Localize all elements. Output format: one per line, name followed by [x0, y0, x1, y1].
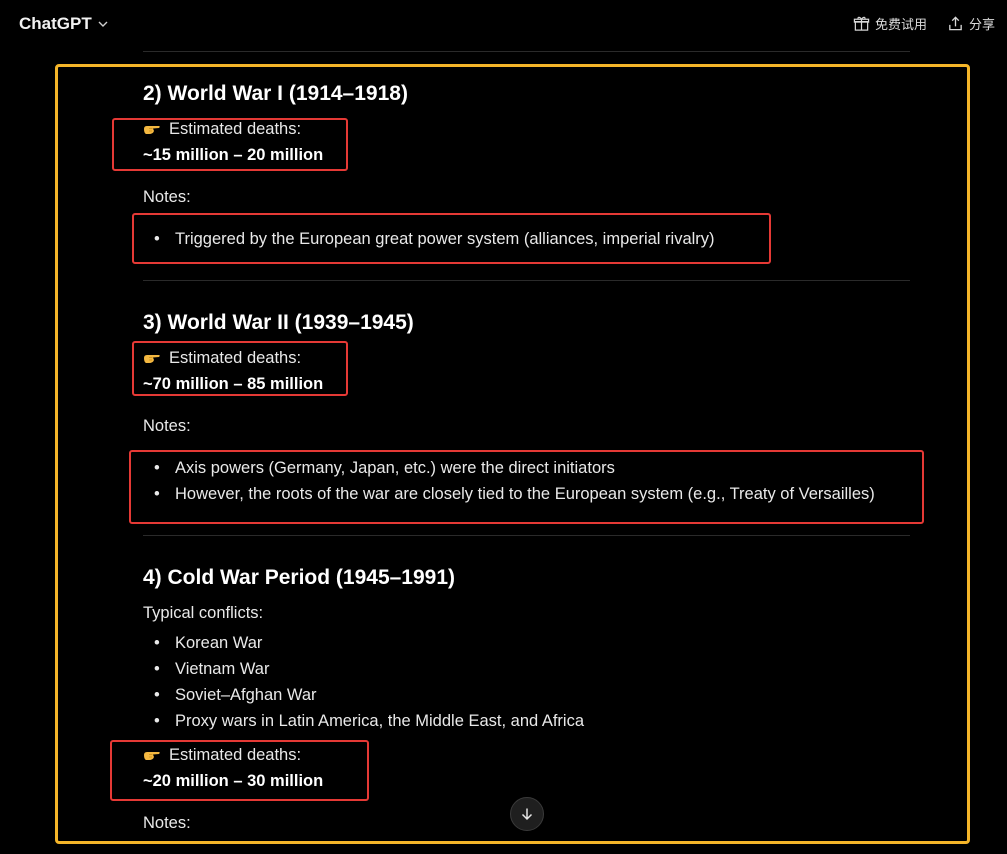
scroll-to-bottom-button[interactable] — [510, 797, 544, 831]
conflicts-label: Typical conflicts: — [143, 604, 264, 622]
deaths-label: Estimated deaths: — [169, 120, 302, 138]
deaths-label-row: Estimated deaths: — [143, 120, 301, 139]
free-trial-label: 免费试用 — [874, 17, 927, 32]
gift-icon — [853, 16, 870, 31]
section-heading: 3) World War II (1939–1945) — [143, 311, 414, 334]
free-trial-button[interactable]: 免费试用 — [853, 14, 927, 33]
deaths-label: Estimated deaths: — [169, 349, 302, 367]
deaths-label-row: Estimated deaths: — [143, 746, 301, 765]
notes-label: Notes: — [143, 814, 191, 832]
conflict-item: Vietnam War — [154, 660, 270, 679]
section-heading: 2) World War I (1914–1918) — [143, 82, 408, 105]
note-item: Axis powers (Germany, Japan, etc.) were … — [154, 459, 615, 478]
note-item: However, the roots of the war are closel… — [154, 485, 875, 504]
app-title: ChatGPT — [19, 14, 92, 33]
pointing-hand-icon — [144, 126, 160, 134]
deaths-value: ~15 million – 20 million — [143, 146, 324, 164]
deaths-value: ~20 million – 30 million — [143, 772, 324, 790]
deaths-value: ~70 million – 85 million — [143, 375, 324, 393]
share-label: 分享 — [968, 17, 995, 32]
header-actions: 免费试用 分享 — [853, 14, 995, 33]
notes-label: Notes: — [143, 417, 191, 435]
divider — [143, 280, 910, 281]
share-button[interactable]: 分享 — [947, 14, 995, 33]
pointing-hand-icon — [144, 355, 160, 363]
note-item: Triggered by the European great power sy… — [154, 230, 715, 249]
chevron-down-icon — [98, 21, 108, 27]
model-switcher[interactable]: ChatGPT — [19, 14, 109, 34]
share-icon — [949, 16, 962, 31]
top-bar: ChatGPT 免费试用 分享 — [0, 0, 1007, 50]
deaths-label-row: Estimated deaths: — [143, 349, 301, 368]
divider — [143, 535, 910, 536]
notes-label: Notes: — [143, 188, 191, 206]
divider — [143, 51, 910, 52]
deaths-label: Estimated deaths: — [169, 746, 302, 764]
chat-page: ChatGPT 免费试用 分享 2) World War I (1914–191… — [0, 0, 1007, 854]
conflict-item: Soviet–Afghan War — [154, 686, 316, 705]
pointing-hand-icon — [144, 752, 160, 760]
arrow-down-icon — [521, 808, 533, 821]
conflict-item: Proxy wars in Latin America, the Middle … — [154, 712, 584, 731]
conflict-item: Korean War — [154, 634, 263, 653]
section-heading: 4) Cold War Period (1945–1991) — [143, 566, 456, 589]
